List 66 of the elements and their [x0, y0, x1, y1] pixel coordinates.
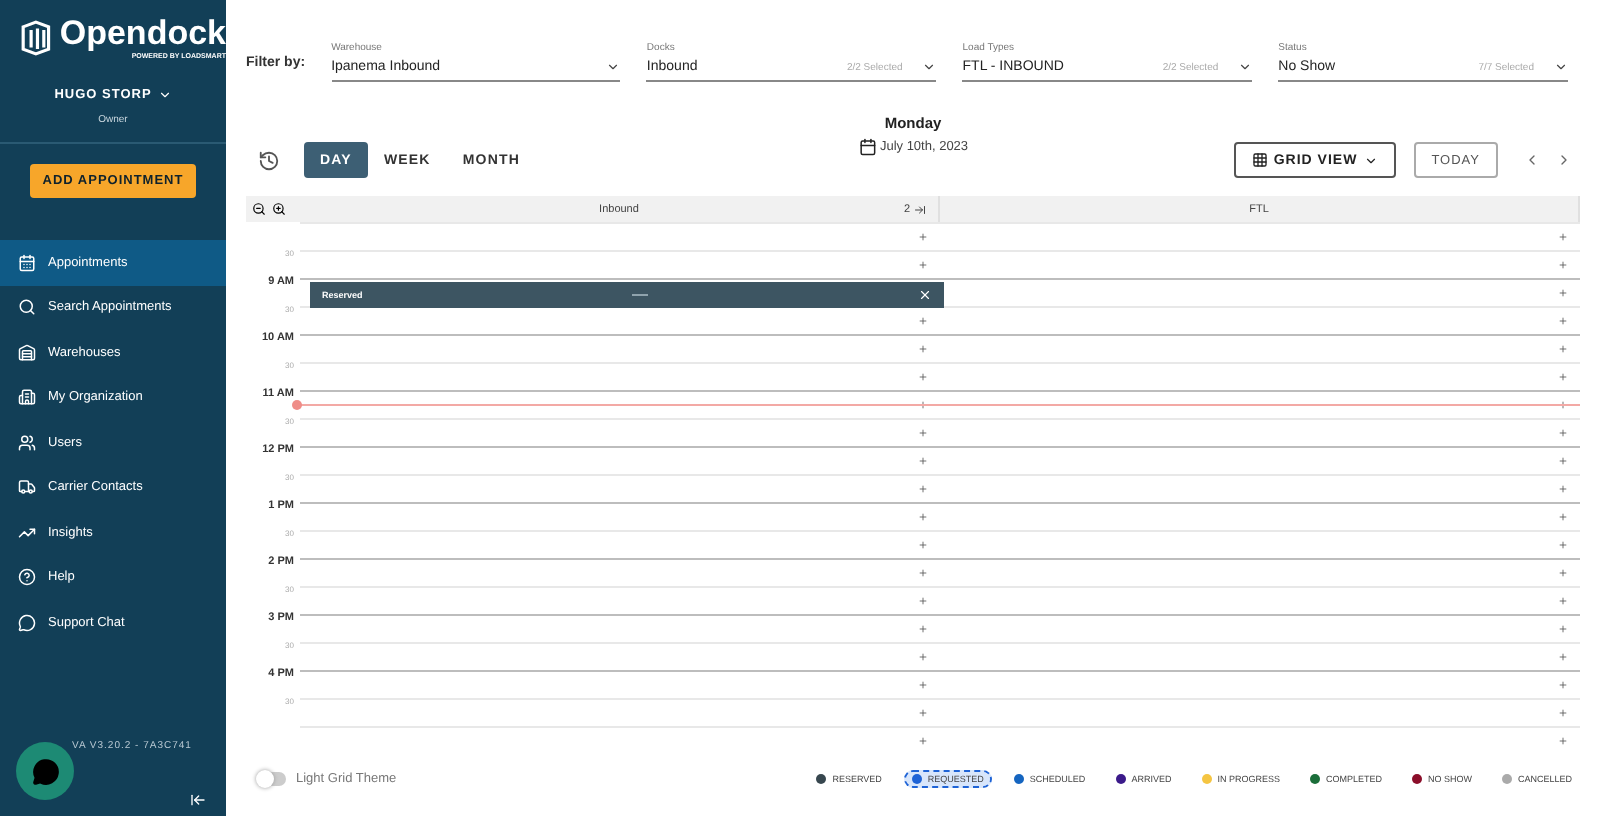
logo-wordmark: Opendock [59, 16, 226, 52]
help-icon [18, 568, 36, 587]
add-slot-icon[interactable] [918, 344, 928, 354]
add-slot-icon[interactable] [918, 708, 928, 718]
calendar-icon [18, 253, 36, 272]
add-slot-icon[interactable] [1558, 652, 1568, 662]
add-slot-icon[interactable] [1558, 512, 1568, 522]
add-slot-icon[interactable] [918, 428, 928, 438]
add-slot-icon[interactable] [918, 316, 928, 326]
chevron-down-icon [157, 88, 172, 102]
add-slot-icon[interactable] [918, 652, 928, 662]
add-slot-icon[interactable] [918, 540, 928, 550]
warehouse-icon [18, 343, 36, 362]
add-slot-icon[interactable] [1558, 708, 1568, 718]
dropdown-icon [1238, 60, 1253, 74]
calendar-icon [857, 138, 876, 156]
chat-icon [18, 613, 36, 632]
theme-toggle[interactable] [258, 772, 286, 786]
chevron-left-icon [1524, 152, 1540, 168]
search-icon [18, 298, 36, 317]
add-slot-icon[interactable] [918, 232, 928, 242]
add-slot-icon[interactable] [1558, 400, 1568, 410]
add-slot-icon[interactable] [1558, 568, 1568, 578]
add-slot-icon[interactable] [918, 736, 928, 746]
add-slot-icon[interactable] [1558, 372, 1568, 382]
add-slot-icon[interactable] [1558, 456, 1568, 466]
chevron-right-icon [1556, 152, 1572, 168]
add-slot-icon[interactable] [1558, 680, 1568, 690]
add-slot-icon[interactable] [918, 596, 928, 606]
add-slot-icon[interactable] [1558, 596, 1568, 606]
close-icon[interactable] [917, 288, 932, 302]
building-icon [18, 388, 36, 407]
add-slot-icon[interactable] [918, 456, 928, 466]
chat-icon [31, 757, 59, 785]
zoom-out-icon[interactable] [252, 202, 266, 216]
logo-icon [20, 16, 52, 60]
add-slot-icon[interactable] [918, 260, 928, 270]
add-slot-icon[interactable] [1558, 736, 1568, 746]
dropdown-icon [606, 60, 621, 74]
trend-icon [18, 523, 36, 542]
zoom-in-icon[interactable] [272, 202, 286, 216]
add-slot-icon[interactable] [918, 568, 928, 578]
truck-icon [18, 478, 36, 497]
add-slot-icon[interactable] [918, 680, 928, 690]
add-slot-icon[interactable] [918, 512, 928, 522]
dropdown-icon [1554, 60, 1568, 74]
add-slot-icon[interactable] [1558, 624, 1568, 634]
add-slot-icon[interactable] [1558, 260, 1568, 270]
add-slot-icon[interactable] [918, 484, 928, 494]
add-slot-icon[interactable] [1558, 484, 1568, 494]
add-slot-icon[interactable] [1558, 540, 1568, 550]
history-icon[interactable] [258, 149, 280, 171]
dropdown-icon [922, 60, 937, 74]
add-slot-icon[interactable] [1558, 428, 1568, 438]
add-slot-icon[interactable] [1558, 232, 1568, 242]
add-slot-icon[interactable] [1558, 344, 1568, 354]
add-slot-icon[interactable] [918, 624, 928, 634]
add-slot-icon[interactable] [918, 400, 928, 410]
add-slot-icon[interactable] [1558, 316, 1568, 326]
add-slot-icon[interactable] [918, 372, 928, 382]
users-icon [18, 433, 36, 452]
chevron-down-icon [1363, 153, 1378, 167]
collapse-icon[interactable] [190, 792, 206, 808]
grid-icon [1251, 152, 1268, 168]
add-slot-icon[interactable] [1558, 288, 1568, 298]
chat-button[interactable] [16, 742, 74, 800]
